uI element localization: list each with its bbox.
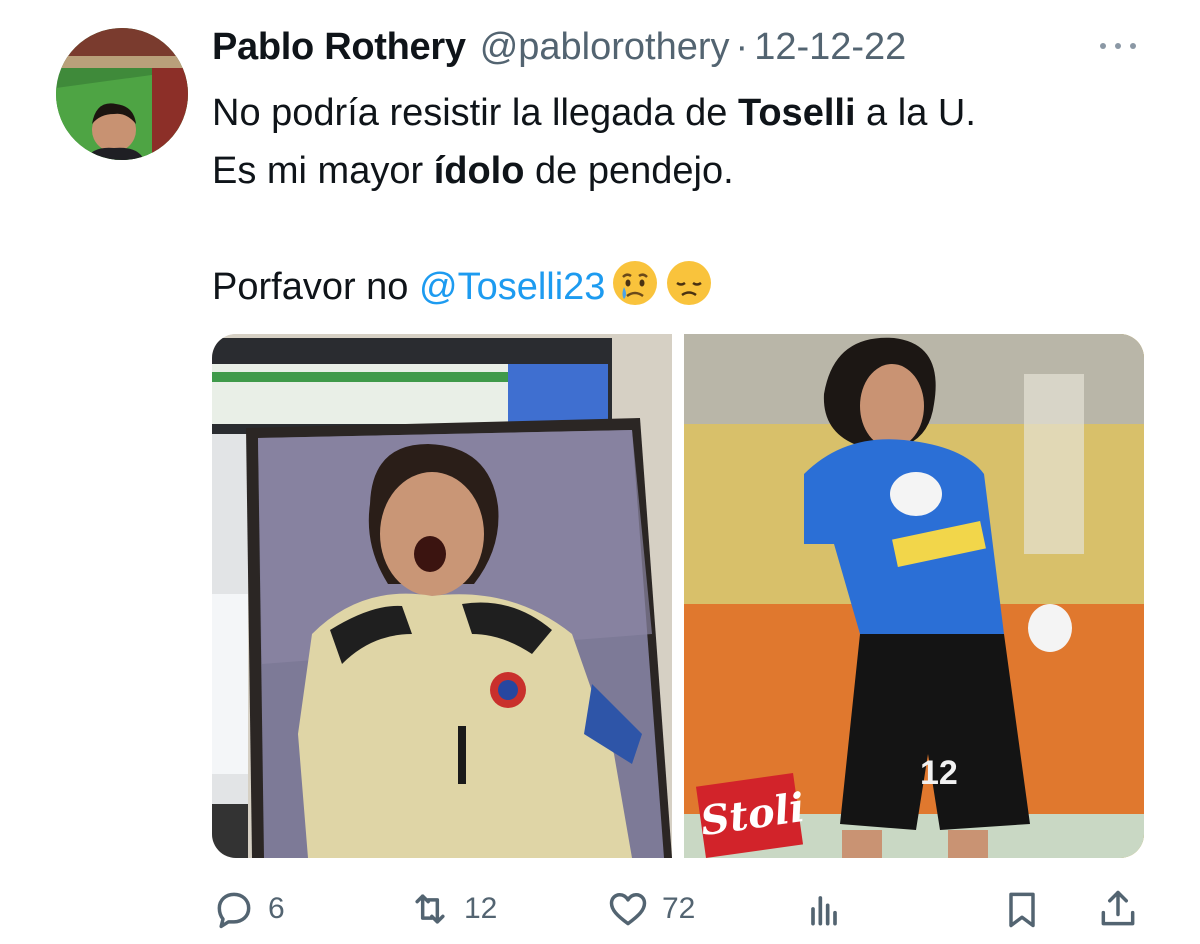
tweet-header: Pablo Rothery @pablorothery · 12-12-22 (212, 26, 906, 72)
avatar-image (56, 28, 188, 160)
reply-button[interactable]: 6 (212, 884, 285, 934)
retweet-button[interactable]: 12 (408, 884, 497, 934)
heart-icon (609, 892, 647, 926)
stoli-logo: Stoli (695, 773, 808, 858)
avatar[interactable] (56, 28, 188, 160)
share-button[interactable] (1096, 884, 1140, 934)
author-handle[interactable]: @pablorothery (480, 26, 730, 69)
tweet-line-1: No podría resistir la llegada de Toselli… (212, 84, 1172, 142)
views-button[interactable] (802, 884, 846, 934)
retweet-icon (415, 894, 445, 924)
tweet-text-span: de pendejo. (524, 150, 734, 192)
reply-icon (217, 892, 251, 929)
more-dot-icon (1115, 43, 1121, 49)
more-options-button[interactable] (1096, 36, 1140, 56)
like-count: 72 (662, 892, 696, 925)
tweet-text-span: a la U. (855, 92, 976, 134)
author-display-name[interactable]: Pablo Rothery (212, 26, 466, 69)
share-icon (1101, 890, 1135, 926)
framed-poster-photo (212, 334, 672, 858)
mention-link[interactable]: @Toselli23 (419, 266, 605, 308)
tweet-text-span: No podría resistir la llegada de (212, 92, 738, 134)
like-button[interactable]: 72 (606, 884, 695, 934)
bookmark-icon (1009, 892, 1035, 928)
bookmark-button[interactable] (1000, 884, 1044, 934)
tweet-text: No podría resistir la llegada de Toselli… (212, 84, 1172, 316)
tweet-date[interactable]: 12-12-22 (754, 26, 906, 69)
crying-face-emoji-icon (611, 259, 659, 324)
retweet-count: 12 (464, 892, 498, 925)
reply-count: 6 (268, 892, 285, 925)
more-dot-icon (1100, 43, 1106, 49)
more-dot-icon (1130, 43, 1136, 49)
tweet-media[interactable]: 12 Stoli (212, 334, 1144, 858)
tweet-line-3: Porfavor no @Toselli23 (212, 258, 1172, 316)
tweet-line-2: Es mi mayor ídolo de pendejo. (212, 142, 1172, 200)
tweet-text-span: Porfavor no (212, 266, 419, 308)
header-separator: · (735, 26, 749, 68)
analytics-icon (811, 896, 837, 926)
tweet-text-span: Es mi mayor (212, 150, 434, 192)
tweet-bold-text: ídolo (433, 150, 525, 192)
media-photo-right[interactable]: 12 Stoli (684, 334, 1144, 858)
disappointed-face-emoji-icon (665, 259, 713, 324)
tweet-action-bar: 6 12 72 (212, 884, 1142, 934)
jersey-number: 12 (920, 754, 958, 792)
media-photo-left[interactable] (212, 334, 672, 858)
tweet-bold-text: Toselli (737, 92, 856, 134)
